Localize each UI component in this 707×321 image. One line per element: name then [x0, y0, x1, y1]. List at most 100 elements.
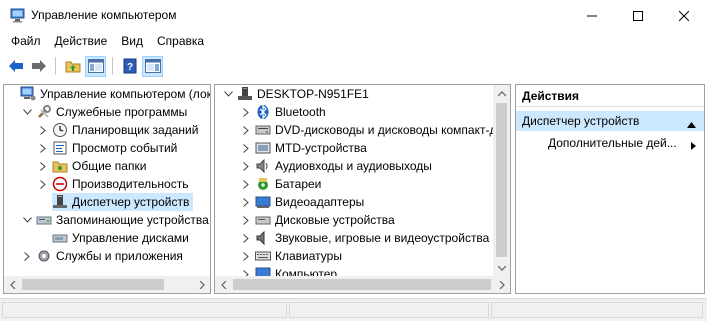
device-root-row[interactable]: DESKTOP-N951FE1	[223, 85, 369, 103]
chevron-right-icon[interactable]	[38, 125, 48, 135]
tools-icon	[36, 104, 52, 120]
device-horizontal-scrollbar[interactable]	[215, 276, 510, 293]
more-actions-item[interactable]: Дополнительные дей...	[516, 133, 704, 153]
scroll-left-arrow[interactable]	[215, 276, 232, 293]
dvd-drive-icon	[255, 122, 271, 138]
tree-item-9[interactable]: Службы и приложения	[22, 247, 187, 265]
left-scroll-thumb[interactable]	[22, 279, 164, 290]
maximize-button[interactable]	[615, 0, 661, 31]
tree-item-8[interactable]: Управление дисками	[38, 229, 193, 247]
action-pane-icon	[144, 59, 161, 73]
chevron-down-icon[interactable]	[22, 107, 32, 117]
clock-icon	[52, 122, 68, 138]
performance-icon	[52, 176, 68, 192]
tree-item-2[interactable]: Планировщик заданий	[38, 121, 202, 139]
chevron-right-icon[interactable]	[38, 143, 48, 153]
device-category-label: Дисковые устройства	[275, 213, 395, 227]
chevron-right-icon[interactable]	[241, 125, 251, 135]
chevron-right-icon[interactable]	[38, 161, 48, 171]
device-category-row[interactable]: Батареи	[241, 175, 321, 193]
tree-item-label: Запоминающие устройства	[56, 213, 209, 227]
chevron-down-icon[interactable]	[223, 89, 233, 99]
device-category-row[interactable]: Bluetooth	[241, 103, 326, 121]
back-button[interactable]	[5, 56, 26, 77]
tree-item-5[interactable]: Производительность	[38, 175, 192, 193]
tree-item-1[interactable]: Служебные программы	[22, 103, 191, 121]
tree-item-7[interactable]: Запоминающие устройства	[22, 211, 210, 229]
submenu-arrow-icon	[691, 139, 696, 153]
status-cell-1	[2, 302, 287, 318]
chevron-right-icon[interactable]	[241, 215, 251, 225]
sound-device-icon	[255, 230, 271, 246]
chevron-right-icon[interactable]	[241, 143, 251, 153]
actions-section-device-manager[interactable]: Диспетчер устройств	[516, 111, 704, 131]
mtd-device-icon	[255, 140, 271, 156]
menu-action[interactable]: Действие	[48, 34, 115, 48]
chevron-right-icon[interactable]	[38, 179, 48, 189]
device-vscroll-thumb[interactable]	[496, 103, 507, 257]
chevron-right-icon[interactable]	[241, 233, 251, 243]
device-category-row[interactable]: Аудиовходы и аудиовыходы	[241, 157, 432, 175]
close-button[interactable]	[661, 0, 707, 31]
tree-item-4[interactable]: Общие папки	[38, 157, 150, 175]
chevron-left-icon	[220, 280, 226, 289]
chevron-right-icon[interactable]	[241, 179, 251, 189]
device-category-row[interactable]: Дисковые устройства	[241, 211, 395, 229]
chevron-right-icon[interactable]	[241, 197, 251, 207]
menu-file[interactable]: Файл	[4, 34, 48, 48]
tree-item-label: Общие папки	[72, 159, 147, 173]
chevron-right-icon[interactable]	[241, 107, 251, 117]
title-bar: Управление компьютером	[0, 0, 707, 31]
chevron-right-icon[interactable]	[22, 251, 32, 261]
up-folder-button[interactable]	[62, 56, 83, 77]
tree-item-0[interactable]: Управление компьютером (лока	[6, 85, 211, 103]
device-category-row[interactable]: MTD-устройства	[241, 139, 367, 157]
device-category-row[interactable]: DVD-дисководы и дисководы компакт-д	[241, 121, 496, 139]
show-hide-action-pane-button[interactable]	[142, 55, 163, 77]
forward-button[interactable]	[28, 56, 49, 77]
device-category-row[interactable]: Видеоадаптеры	[241, 193, 364, 211]
console-tree-icon	[87, 59, 104, 73]
show-hide-tree-button[interactable]	[85, 55, 106, 77]
scroll-up-arrow[interactable]	[493, 85, 510, 102]
tree-item-label: Службы и приложения	[56, 249, 183, 263]
toolbar-separator	[55, 57, 56, 75]
chevron-right-icon[interactable]	[241, 251, 251, 261]
chevron-down-icon	[497, 265, 506, 271]
collapse-triangle-icon[interactable]	[687, 117, 696, 131]
computer-management-icon	[20, 86, 36, 102]
device-category-row[interactable]: Клавиатуры	[241, 247, 342, 265]
device-category-row[interactable]: Звуковые, игровые и видеоустройства	[241, 229, 489, 247]
tree-item-3[interactable]: Просмотр событий	[38, 139, 181, 157]
scroll-right-arrow[interactable]	[493, 276, 510, 293]
arrow-left-icon	[8, 60, 23, 72]
chevron-right-icon[interactable]	[241, 161, 251, 171]
device-vertical-scrollbar[interactable]	[493, 85, 510, 276]
tree-item-label: Управление компьютером (лока	[40, 87, 211, 101]
scroll-down-arrow[interactable]	[493, 259, 510, 276]
device-hscroll-thumb[interactable]	[233, 279, 491, 290]
chevron-left-icon	[9, 280, 15, 289]
toolbar-separator	[112, 57, 113, 75]
maximize-icon	[633, 10, 643, 21]
svg-text:?: ?	[126, 62, 132, 73]
chevron-down-icon[interactable]	[22, 215, 32, 225]
folder-up-icon	[65, 61, 80, 73]
battery-icon	[255, 176, 271, 192]
close-icon	[679, 10, 689, 21]
help-button[interactable]: ?	[119, 56, 140, 77]
left-horizontal-scrollbar[interactable]	[4, 276, 210, 293]
scroll-left-arrow[interactable]	[4, 276, 21, 293]
menu-view[interactable]: Вид	[114, 34, 150, 48]
event-viewer-icon	[52, 140, 68, 156]
actions-pane: Действия Диспетчер устройств Дополнитель…	[515, 84, 705, 294]
minimize-button[interactable]	[569, 0, 615, 31]
scroll-right-arrow[interactable]	[193, 276, 210, 293]
status-cell-2	[289, 302, 489, 318]
status-cell-3	[491, 302, 703, 318]
audio-io-icon	[255, 158, 271, 174]
actions-section-label: Диспетчер устройств	[522, 114, 640, 128]
menu-help[interactable]: Справка	[150, 34, 211, 48]
tree-item-6[interactable]: Диспетчер устройств	[52, 193, 194, 211]
